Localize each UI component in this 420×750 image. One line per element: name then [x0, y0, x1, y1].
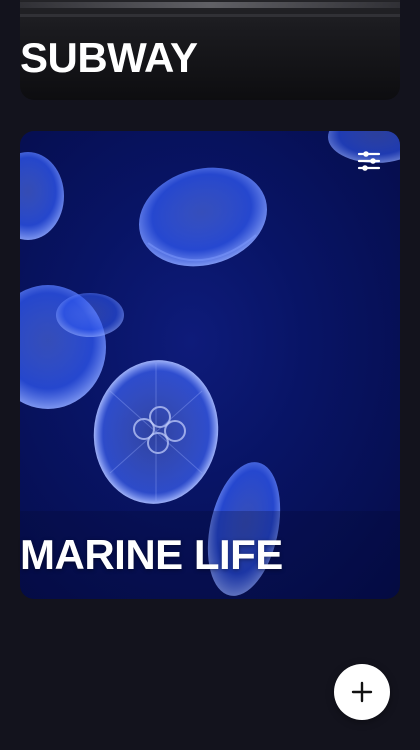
subway-stripe [20, 14, 400, 17]
jellyfish-shape [56, 293, 124, 337]
jellyfish-shape [20, 152, 64, 240]
subway-stripe [20, 2, 400, 8]
sliders-icon [357, 151, 381, 171]
filter-button[interactable] [352, 146, 386, 176]
plus-icon [351, 681, 373, 703]
card-title-marine-life: MARINE LIFE [20, 531, 283, 578]
card-title-subway: SUBWAY [20, 34, 198, 81]
jellyfish-image [20, 131, 400, 599]
add-button[interactable] [334, 664, 390, 720]
jellyfish-shape [138, 167, 268, 267]
card-marine-life[interactable] [20, 131, 400, 599]
